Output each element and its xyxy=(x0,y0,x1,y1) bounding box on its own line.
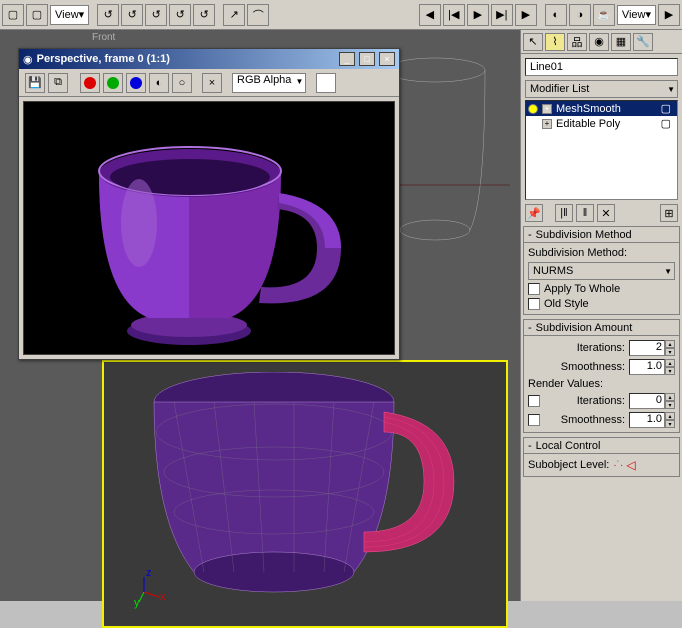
rollout-header[interactable]: -Subdivision Amount xyxy=(524,320,679,336)
minimize-button[interactable]: _ xyxy=(339,52,355,66)
render-iter-label: Iterations: xyxy=(544,395,625,407)
tab-hierarchy-icon[interactable]: 品 xyxy=(567,33,587,51)
configure-button[interactable]: ⊞ xyxy=(660,204,678,222)
tool-button-a[interactable]: ▢ xyxy=(2,4,24,26)
smoothness-label: Smoothness: xyxy=(561,361,625,373)
show-end-result-button[interactable]: |‖ xyxy=(555,204,573,222)
iterations-spinner[interactable]: 2 ▴▾ xyxy=(629,340,675,356)
tab-utilities-icon[interactable]: 🔧 xyxy=(633,33,653,51)
close-button[interactable]: × xyxy=(379,52,395,66)
modifier-label: Editable Poly xyxy=(556,118,620,130)
make-unique-button[interactable]: ‖ xyxy=(576,204,594,222)
color-swatch[interactable] xyxy=(316,73,336,93)
modifier-stack[interactable]: + MeshSmooth ▢ + Editable Poly ▢ xyxy=(525,100,678,200)
render-smooth-label: Smoothness: xyxy=(544,414,625,426)
channel-select[interactable]: RGB Alpha xyxy=(232,73,306,93)
render-iterations-spinner[interactable]: 0 ▴▾ xyxy=(629,393,675,409)
curve-tool-3[interactable]: ↺ xyxy=(145,4,167,26)
viewport-front-label: Front xyxy=(86,30,286,45)
rewind[interactable]: |◀ xyxy=(443,4,465,26)
render-toolbar: 💾 ⧉ ◐ ○ × RGB Alpha xyxy=(19,69,399,97)
render-tool-2[interactable]: ◑ xyxy=(569,4,591,26)
panel-tabs: ↖ ⌇ 品 ◉ ▦ 🔧 xyxy=(521,30,682,54)
channel-green[interactable] xyxy=(103,73,123,93)
viewport-perspective[interactable]: x y z xyxy=(102,360,508,628)
curve-tool-1[interactable]: ↺ xyxy=(97,4,119,26)
render-values-label: Render Values: xyxy=(528,378,675,390)
channel-alpha[interactable]: ○ xyxy=(172,73,192,93)
viewport-front[interactable]: Front xyxy=(86,30,286,50)
svg-text:y: y xyxy=(134,597,140,609)
render-tool-1[interactable]: ◐ xyxy=(545,4,567,26)
next-key[interactable]: ▶ xyxy=(515,4,537,26)
render-go[interactable]: ▶ xyxy=(658,4,680,26)
method-label: Subdivision Method: xyxy=(528,247,675,259)
render-smoothness-spinner[interactable]: 1.0 ▴▾ xyxy=(629,412,675,428)
stack-tools: 📌 |‖ ‖ ✕ ⊞ xyxy=(525,204,678,222)
pin-stack-button[interactable]: 📌 xyxy=(525,204,543,222)
iterations-label: Iterations: xyxy=(577,342,625,354)
expand-icon[interactable]: + xyxy=(542,119,552,129)
curve-tool-4[interactable]: ↺ xyxy=(169,4,191,26)
object-name-input[interactable]: Line01 xyxy=(525,58,678,76)
view-dropdown-right[interactable]: View ▾ xyxy=(617,5,656,25)
smoothness-spinner[interactable]: 1.0 ▴▾ xyxy=(629,359,675,375)
rollout-header[interactable]: -Local Control xyxy=(524,438,679,454)
render-output xyxy=(23,101,395,355)
modifier-editablepoly[interactable]: + Editable Poly ▢ xyxy=(526,116,677,131)
main-toolbar: ▢ ▢ View ▾ ↺ ↺ ↺ ↺ ↺ ↗ ⌒ ◀ |◀ ▶ ▶| ▶ ◐ ◑… xyxy=(0,0,682,30)
save-image-button[interactable]: 💾 xyxy=(25,73,45,93)
curve-tool-5[interactable]: ↺ xyxy=(193,4,215,26)
rollout-subdivision-amount: -Subdivision Amount Iterations: 2 ▴▾ Smo… xyxy=(523,319,680,433)
remove-modifier-button[interactable]: ✕ xyxy=(597,204,615,222)
method-dropdown[interactable]: NURMS xyxy=(528,262,675,280)
forward[interactable]: ▶| xyxy=(491,4,513,26)
tool-button-b[interactable]: ▢ xyxy=(26,4,48,26)
expand-icon[interactable]: + xyxy=(542,104,552,114)
subobject-label: Subobject Level: xyxy=(528,459,609,471)
svg-text:x: x xyxy=(160,591,166,603)
normal-tool[interactable]: ↗ xyxy=(223,4,245,26)
render-teapot[interactable]: ☕ xyxy=(593,4,615,26)
tab-display-icon[interactable]: ▦ xyxy=(611,33,631,51)
rollout-local-control: -Local Control Subobject Level: ·˙· ◁ xyxy=(523,437,680,477)
render-smooth-checkbox[interactable] xyxy=(528,414,540,426)
render-titlebar[interactable]: ◉ Perspective, frame 0 (1:1) _ □ × xyxy=(19,49,399,69)
tab-motion-icon[interactable]: ◉ xyxy=(589,33,609,51)
clear-button[interactable]: × xyxy=(202,73,222,93)
play[interactable]: ▶ xyxy=(467,4,489,26)
tab-create-icon[interactable]: ↖ xyxy=(523,33,543,51)
vertex-subobject-icon[interactable]: ·˙· xyxy=(613,460,623,471)
view-dropdown-left[interactable]: View ▾ xyxy=(50,5,89,25)
rollout-header[interactable]: -Subdivision Method xyxy=(524,227,679,243)
channel-red[interactable] xyxy=(80,73,100,93)
channel-blue[interactable] xyxy=(126,73,146,93)
tab-modify-icon[interactable]: ⌇ xyxy=(545,33,565,51)
wireframe-perspective: x y z xyxy=(134,372,474,612)
modifier-label: MeshSmooth xyxy=(556,103,621,115)
prev-key[interactable]: ◀ xyxy=(419,4,441,26)
apply-whole-checkbox[interactable]: Apply To Whole xyxy=(528,283,675,295)
render-app-icon: ◉ xyxy=(23,53,33,66)
modifier-meshsmooth[interactable]: + MeshSmooth ▢ xyxy=(526,101,677,116)
rendered-cup-image xyxy=(29,103,389,353)
face-subobject-icon[interactable]: ◁ xyxy=(626,458,635,472)
channel-mono[interactable]: ◐ xyxy=(149,73,169,93)
arc-tool[interactable]: ⌒ xyxy=(247,4,269,26)
maximize-button[interactable]: □ xyxy=(359,52,375,66)
command-panel: ↖ ⌇ 品 ◉ ▦ 🔧 Line01 Modifier List + MeshS… xyxy=(520,30,682,601)
clone-button[interactable]: ⧉ xyxy=(48,73,68,93)
curve-tool-2[interactable]: ↺ xyxy=(121,4,143,26)
bulb-icon[interactable] xyxy=(528,104,538,114)
render-iter-checkbox[interactable] xyxy=(528,395,540,407)
old-style-checkbox[interactable]: Old Style xyxy=(528,298,675,310)
render-title-text: Perspective, frame 0 (1:1) xyxy=(37,53,335,65)
rollout-subdivision-method: -Subdivision Method Subdivision Method: … xyxy=(523,226,680,315)
svg-text:z: z xyxy=(146,567,152,579)
modifier-list-dropdown[interactable]: Modifier List xyxy=(525,80,678,98)
render-frame-window: ◉ Perspective, frame 0 (1:1) _ □ × 💾 ⧉ ◐… xyxy=(18,48,400,360)
